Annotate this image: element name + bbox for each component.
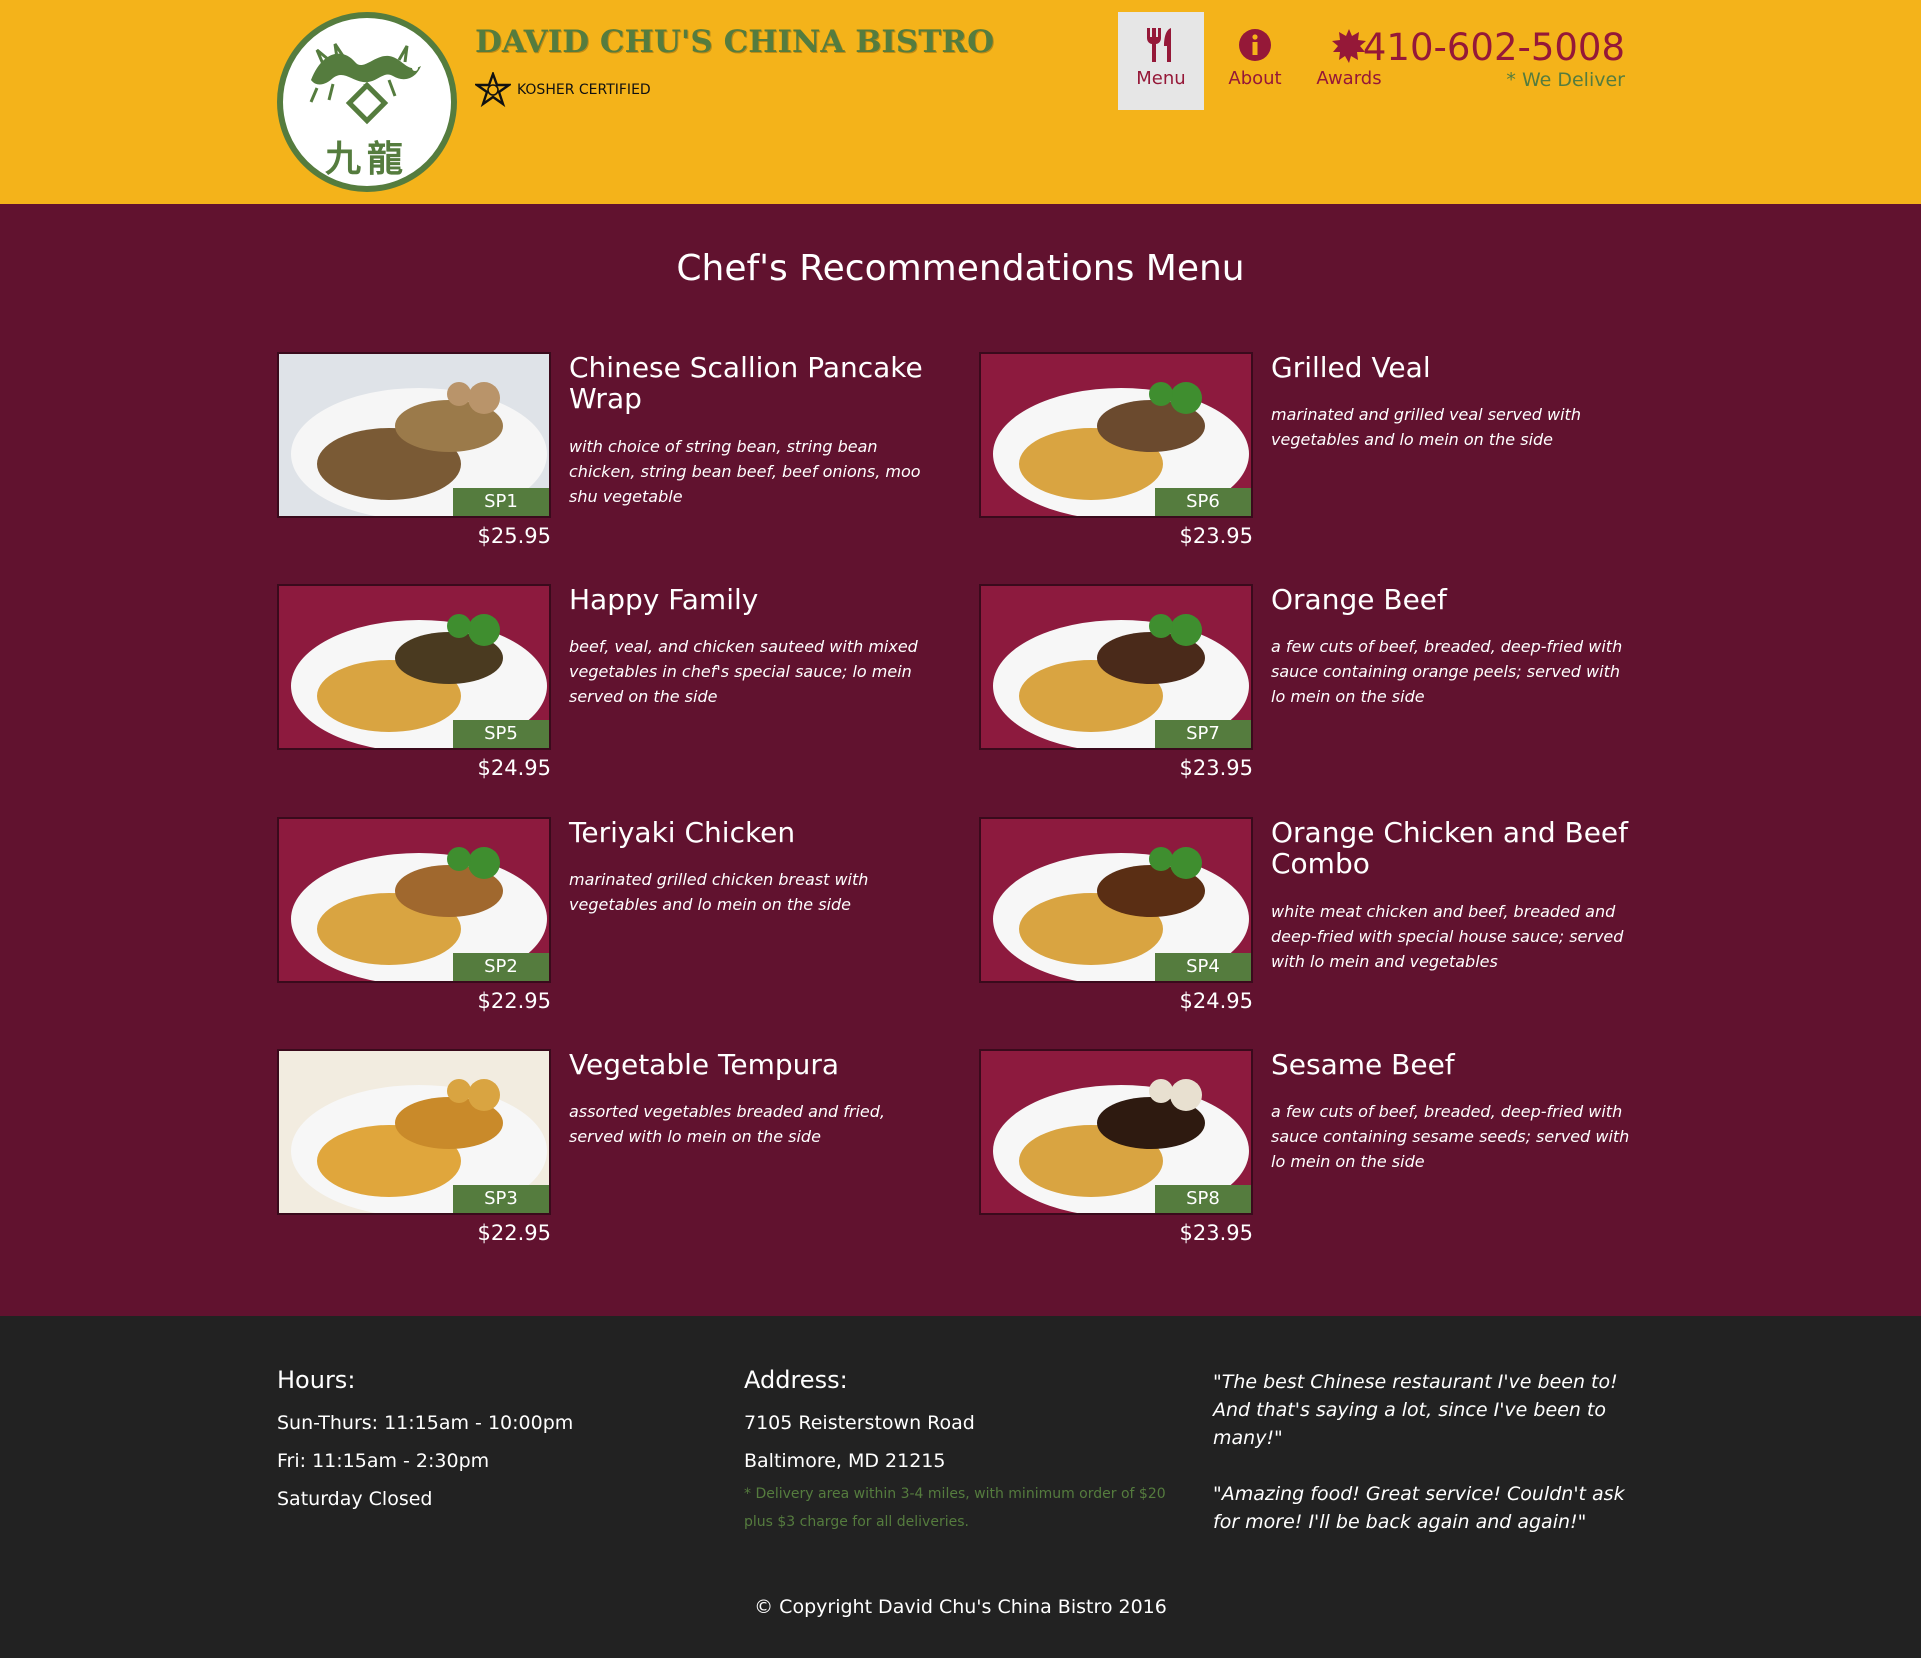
dish-description: a few cuts of beef, breaded, deep-fried … (1271, 637, 1623, 706)
hours-line: Saturday Closed (277, 1488, 433, 1510)
address-line: Baltimore, MD 21215 (744, 1450, 946, 1472)
dish-price: $23.95 (1179, 524, 1253, 548)
dish-description: beef, veal, and chicken sauteed with mix… (569, 637, 918, 706)
dish-name[interactable]: Sesame Beef (1271, 1049, 1651, 1080)
restaurant-logo[interactable]: 九龍 (277, 12, 457, 192)
hours-line: Fri: 11:15am - 2:30pm (277, 1450, 490, 1472)
dish-name[interactable]: Happy Family (569, 584, 949, 615)
menu-item[interactable]: SP8 $23.95 Sesame Beef a few cuts of beef, … (979, 1049, 1659, 1259)
nav-about[interactable]: About (1208, 12, 1302, 110)
dish-code: SP6 (1155, 488, 1251, 516)
nav-menu-label: Menu (1136, 68, 1186, 89)
dish-name[interactable]: Chinese Scallion Pancake Wrap (569, 352, 949, 414)
copyright: © Copyright David Chu's China Bistro 201… (754, 1596, 1167, 1618)
hours-heading: Hours: (277, 1366, 356, 1394)
page-title: Chef's Recommendations Menu (676, 248, 1245, 289)
menu-item[interactable]: SP3 $22.95 Vegetable Tempura assorted veget… (277, 1049, 957, 1259)
address-line: 7105 Reisterstown Road (744, 1412, 975, 1434)
main-nav: Menu About Awards (1118, 12, 1396, 110)
address-section: Address: 7105 Reisterstown Road Baltimor… (744, 1366, 1184, 1536)
dish-name[interactable]: Teriyaki Chicken (569, 817, 949, 848)
dish-code: SP8 (1155, 1185, 1251, 1213)
dish-description: assorted vegetables breaded and fried, s… (569, 1102, 886, 1146)
dish-description: with choice of string bean, string bean … (569, 437, 921, 506)
dish-price: $25.95 (477, 524, 551, 548)
kosher-badge: KOSHER CERTIFIED (475, 72, 651, 108)
menu-item[interactable]: SP6 $23.95 Grilled Veal marinated and grill… (979, 352, 1659, 562)
dish-photo[interactable]: SP6 (979, 352, 1253, 518)
dish-code: SP4 (1155, 953, 1251, 981)
dish-description: white meat chicken and beef, breaded and… (1271, 902, 1624, 971)
dish-description: a few cuts of beef, breaded, deep-fried … (1271, 1102, 1630, 1171)
dish-code: SP7 (1155, 720, 1251, 748)
site-footer: Hours: Sun-Thurs: 11:15am - 10:00pm Fri:… (0, 1316, 1921, 1658)
dish-price: $24.95 (477, 756, 551, 780)
dish-photo[interactable]: SP5 (277, 584, 551, 750)
address-heading: Address: (744, 1366, 848, 1394)
menu-item[interactable]: SP2 $22.95 Teriyaki Chicken marinated grill… (277, 817, 957, 1027)
dish-code: SP5 (453, 720, 549, 748)
testimonial-quote: "Amazing food! Great service! Couldn't a… (1213, 1483, 1625, 1533)
menu-item[interactable]: SP5 $24.95 Happy Family beef, veal, and chi… (277, 584, 957, 794)
dish-code: SP1 (453, 488, 549, 516)
logo-characters: 九龍 (324, 138, 409, 180)
dish-price: $23.95 (1179, 756, 1253, 780)
hours-section: Hours: Sun-Thurs: 11:15am - 10:00pm Fri:… (277, 1366, 573, 1518)
dish-photo[interactable]: SP2 (277, 817, 551, 983)
hours-line: Sun-Thurs: 11:15am - 10:00pm (277, 1412, 574, 1434)
dish-code: SP2 (453, 953, 549, 981)
menu-item[interactable]: SP4 $24.95 Orange Chicken and Beef Combo wh… (979, 817, 1659, 1027)
site-header: 九龍 DAVID CHU'S CHINA BISTRO KOSHER CERTI… (0, 0, 1921, 204)
testimonial-quote: "The best Chinese restaurant I've been t… (1213, 1371, 1618, 1449)
dish-price: $22.95 (477, 1221, 551, 1245)
brand-name[interactable]: DAVID CHU'S CHINA BISTRO (475, 24, 994, 60)
dish-photo[interactable]: SP8 (979, 1049, 1253, 1215)
dish-description: marinated and grilled veal served with v… (1271, 405, 1581, 449)
phone-number[interactable]: 410-602-5008 (1363, 26, 1625, 69)
star-k-icon (475, 72, 511, 108)
phone-block: 410-602-5008 * We Deliver (1363, 26, 1625, 91)
nav-menu[interactable]: Menu (1118, 12, 1204, 110)
info-icon (1239, 29, 1271, 61)
deliver-note: * We Deliver (1506, 69, 1625, 91)
fork-knife-icon (1147, 28, 1171, 62)
menu-item[interactable]: SP1 $25.95 Chinese Scallion Pancake Wrap wi… (277, 352, 957, 562)
dish-description: marinated grilled chicken breast with ve… (569, 870, 869, 914)
dish-price: $24.95 (1179, 989, 1253, 1013)
dish-name[interactable]: Orange Chicken and Beef Combo (1271, 817, 1651, 879)
testimonials-section: "The best Chinese restaurant I've been t… (1213, 1368, 1633, 1564)
dish-name[interactable]: Grilled Veal (1271, 352, 1651, 383)
dish-name[interactable]: Orange Beef (1271, 584, 1651, 615)
menu-item[interactable]: SP7 $23.95 Orange Beef a few cuts of beef, … (979, 584, 1659, 794)
dish-code: SP3 (453, 1185, 549, 1213)
delivery-note: * Delivery area within 3-4 miles, with m… (744, 1486, 1166, 1530)
dish-photo[interactable]: SP4 (979, 817, 1253, 983)
nav-about-label: About (1228, 68, 1282, 89)
dish-photo[interactable]: SP3 (277, 1049, 551, 1215)
dish-price: $23.95 (1179, 1221, 1253, 1245)
dish-photo[interactable]: SP7 (979, 584, 1253, 750)
dish-price: $22.95 (477, 989, 551, 1013)
kosher-label: KOSHER CERTIFIED (517, 82, 651, 98)
dish-name[interactable]: Vegetable Tempura (569, 1049, 949, 1080)
certificate-icon (1332, 29, 1366, 63)
dish-photo[interactable]: SP1 (277, 352, 551, 518)
